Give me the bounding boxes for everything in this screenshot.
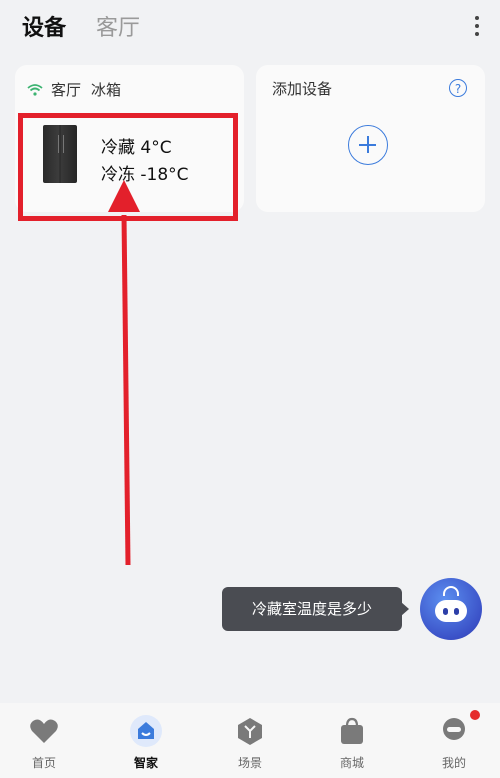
profile-icon	[443, 718, 465, 740]
tab-profile[interactable]: 我的	[414, 703, 494, 778]
bottom-tab-bar: 首页 智家 场景 商城 我的	[0, 703, 500, 778]
tab-smart-home[interactable]: 智家	[106, 703, 186, 778]
tab-smart-home-label: 智家	[133, 756, 158, 770]
add-device-button[interactable]	[348, 125, 388, 165]
device-room: 客厅	[51, 81, 82, 99]
wifi-icon	[27, 83, 43, 96]
scene-icon	[238, 718, 262, 745]
smart-home-icon	[130, 715, 162, 747]
tab-home[interactable]: 首页	[4, 703, 84, 778]
tab-mall[interactable]: 商城	[312, 703, 392, 778]
tab-profile-label: 我的	[441, 756, 466, 770]
header: 设备 客厅	[0, 0, 500, 56]
tab-scene[interactable]: 场景	[210, 703, 290, 778]
help-icon[interactable]: ?	[449, 79, 467, 97]
add-device-card[interactable]: 添加设备 ?	[256, 65, 485, 212]
highlight-box	[18, 113, 238, 221]
tab-home-label: 首页	[31, 756, 56, 770]
tab-living-room[interactable]: 客厅	[96, 10, 140, 42]
assistant-bubble[interactable]: 冷藏室温度是多少	[222, 587, 409, 631]
fridge-card-header: 客厅 冰箱	[27, 79, 121, 100]
tab-devices[interactable]: 设备	[22, 10, 66, 42]
heart-icon	[30, 719, 58, 743]
more-options-icon[interactable]	[474, 16, 480, 38]
tab-scene-label: 场景	[237, 756, 262, 770]
shopping-bag-icon	[341, 717, 363, 744]
add-device-title: 添加设备	[272, 80, 333, 98]
voice-assistant-icon[interactable]	[420, 578, 482, 640]
tab-mall-label: 商城	[339, 756, 364, 770]
device-name: 冰箱	[91, 81, 122, 99]
notification-badge	[470, 710, 480, 720]
